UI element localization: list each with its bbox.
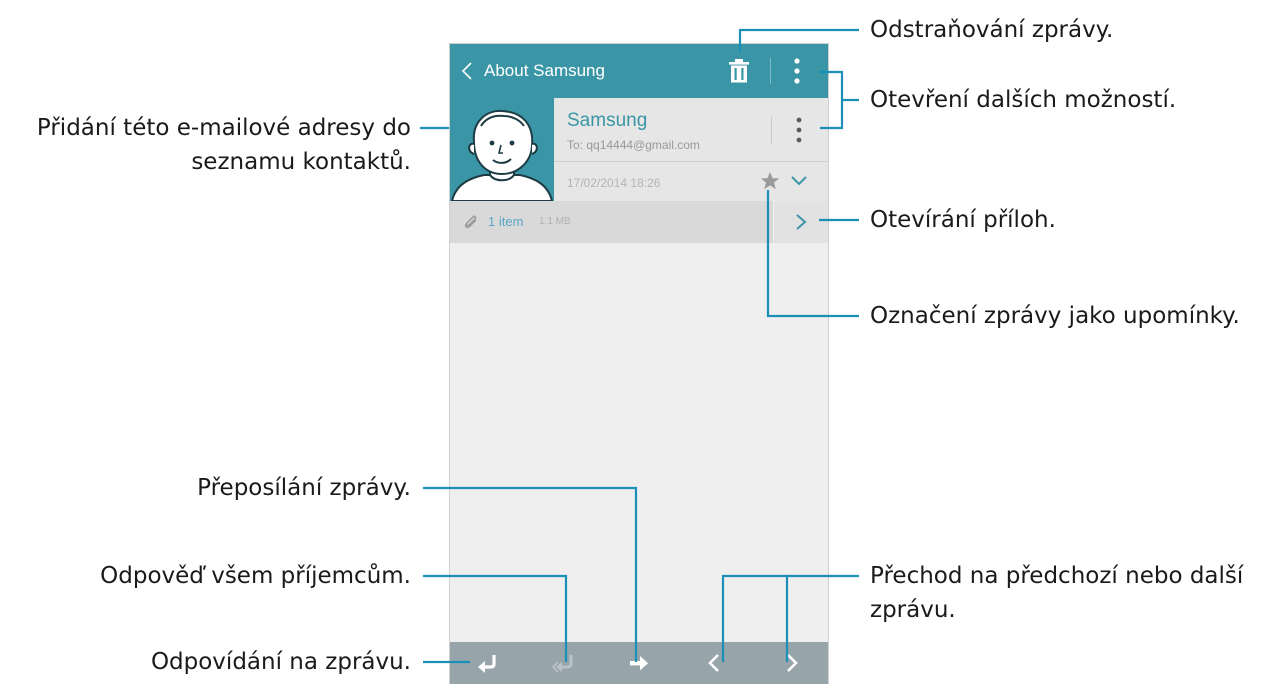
callout-prev-next-line1: Přechod na předchozí nebo další (870, 563, 1244, 589)
message-date: 17/02/2014 18:26 (567, 176, 661, 190)
email-viewer-screen: About Samsung Samsung To: qq14444@gmail.… (449, 43, 829, 684)
reply-all-button[interactable] (526, 642, 602, 684)
open-attachments-button[interactable] (774, 201, 828, 243)
more-vertical-icon[interactable] (792, 116, 806, 144)
more-vertical-icon[interactable] (790, 57, 804, 85)
callout-add-contact-line1: Přidání této e-mailové adresy do (36, 115, 411, 141)
previous-message-button[interactable] (678, 642, 754, 684)
divider (554, 161, 828, 162)
reply-button[interactable] (450, 642, 526, 684)
chevron-down-icon[interactable] (790, 174, 808, 188)
divider (771, 116, 772, 144)
next-icon (787, 654, 798, 672)
recipient-address: To: qq14444@gmail.com (567, 138, 700, 152)
contact-avatar-icon[interactable] (450, 98, 554, 201)
callout-delete: Odstraňování zprávy. (870, 17, 1114, 43)
chevron-left-icon[interactable] (458, 60, 478, 82)
callout-more-options: Otevření dalších možností. (870, 87, 1177, 113)
message-header: Samsung To: qq14444@gmail.com 17/02/2014… (450, 98, 828, 201)
attachment-row[interactable]: 1 item 1.1 MB (450, 201, 773, 243)
reply-icon (478, 655, 496, 673)
callout-add-contact-line2: seznamu kontaktů. (191, 149, 411, 175)
previous-icon (708, 654, 719, 672)
forward-button[interactable] (602, 642, 678, 684)
sender-name: Samsung (567, 110, 648, 131)
callout-reply: Odpovídání na zprávu. (150, 649, 411, 675)
chevron-right-icon (796, 214, 807, 230)
page-title: About Samsung (484, 61, 605, 80)
callout-mark-reminder: Označení zprávy jako upomínky. (870, 303, 1240, 329)
next-message-button[interactable] (754, 642, 828, 684)
bottom-action-bar (450, 642, 828, 684)
callout-reply-all: Odpověď všem příjemcům. (100, 563, 411, 589)
attachment-size: 1.1 MB (539, 216, 571, 227)
star-icon[interactable] (760, 171, 780, 191)
callout-open-attachments: Otevírání příloh. (870, 207, 1056, 233)
forward-icon (630, 656, 648, 671)
attachment-count: 1 item (488, 214, 524, 229)
reply-all-icon (552, 655, 573, 673)
trash-icon[interactable] (727, 58, 751, 84)
callout-prev-next-line2: zprávu. (870, 597, 956, 623)
title-bar: About Samsung (450, 44, 828, 98)
paperclip-icon (464, 215, 477, 229)
divider (770, 58, 771, 84)
callout-forward: Přeposílání zprávy. (197, 475, 411, 501)
